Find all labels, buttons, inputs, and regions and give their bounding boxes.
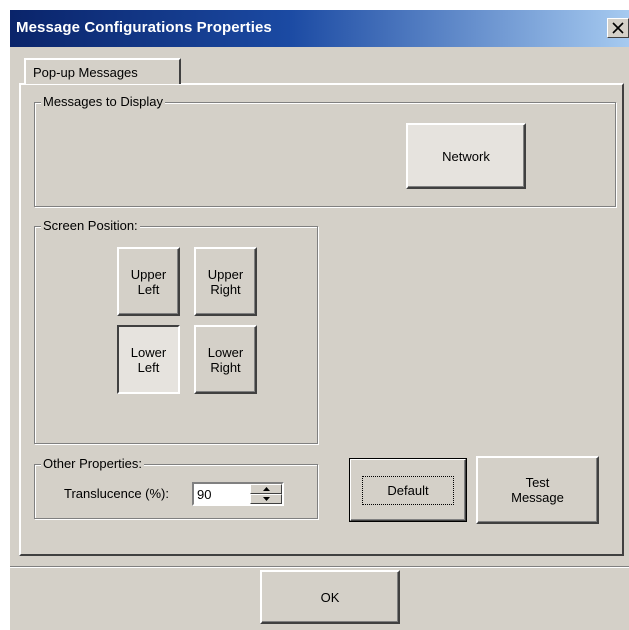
messages-group: Messages to Display (34, 94, 616, 207)
network-button-label: Network (442, 148, 490, 164)
lower-left-button[interactable]: Lower Left (117, 325, 180, 394)
lower-right-button[interactable]: Lower Right (194, 325, 257, 394)
tab-popup-messages[interactable]: Pop-up Messages (24, 58, 181, 84)
ok-button[interactable]: OK (260, 570, 400, 624)
spin-down-button[interactable] (250, 494, 282, 504)
arrow-up-icon (263, 487, 270, 491)
translucence-stepper[interactable] (192, 482, 284, 506)
test-message-label: Test Message (511, 475, 564, 505)
lower-right-label: Lower Right (207, 344, 244, 375)
title-bar[interactable]: Message Configurations Properties (10, 10, 629, 47)
lower-left-label: Lower Left (130, 344, 167, 375)
translucence-input[interactable] (194, 484, 248, 504)
close-button[interactable] (607, 18, 629, 38)
properties-dialog: Message Configurations Properties Pop-up… (10, 10, 629, 630)
screen-position-legend: Screen Position: (41, 218, 140, 233)
translucence-label: Translucence (%): (64, 486, 169, 501)
upper-left-button[interactable]: Upper Left (117, 247, 180, 316)
ok-button-label: OK (320, 589, 340, 605)
other-properties-legend: Other Properties: (41, 456, 144, 471)
upper-left-label: Upper Left (130, 266, 167, 297)
upper-right-label: Upper Right (207, 266, 244, 297)
tab-label: Pop-up Messages (33, 65, 138, 80)
default-button-label: Default (362, 475, 454, 505)
close-icon (612, 22, 624, 34)
messages-group-legend: Messages to Display (41, 94, 165, 109)
arrow-down-icon (263, 497, 270, 501)
network-button[interactable]: Network (406, 123, 526, 189)
test-message-button[interactable]: Test Message (476, 456, 599, 524)
upper-right-button[interactable]: Upper Right (194, 247, 257, 316)
default-button[interactable]: Default (349, 458, 467, 522)
window-title: Message Configurations Properties (16, 19, 272, 36)
spin-up-button[interactable] (250, 484, 282, 494)
footer-separator (10, 566, 629, 568)
